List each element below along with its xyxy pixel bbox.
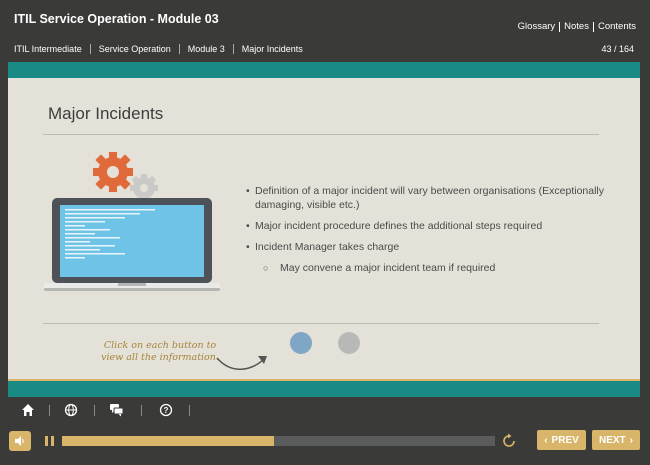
bullet-item: Incident Manager takes charge: [246, 240, 616, 254]
glossary-link[interactable]: Glossary: [518, 21, 555, 32]
help-icon: ?: [159, 403, 173, 417]
laptop-icon: [44, 198, 220, 291]
info-button-2[interactable]: [338, 332, 360, 354]
chevron-right-icon: ›: [629, 434, 633, 446]
bullet-item: Major incident procedure defines the add…: [246, 219, 616, 233]
breadcrumb: ITIL Intermediate Service Operation Modu…: [14, 44, 303, 54]
next-label: NEXT: [598, 434, 626, 446]
info-button-1[interactable]: [290, 332, 312, 354]
pause-icon: [44, 436, 48, 446]
toolbar-separator: [49, 405, 50, 416]
page-counter: 43 / 164: [601, 44, 634, 54]
hint-line: Click on each button to: [103, 340, 217, 351]
orange-gear-icon: [93, 152, 133, 192]
app-title: ITIL Service Operation - Module 03: [14, 12, 219, 26]
contents-link[interactable]: Contents: [598, 21, 636, 32]
player-controls: ‹ PREV NEXT ›: [0, 427, 650, 459]
svg-text:?: ?: [164, 406, 169, 415]
hint-line: view all the information.: [101, 352, 219, 363]
link-separator: [559, 21, 561, 32]
prev-label: PREV: [551, 434, 579, 446]
utility-toolbar: ?: [0, 397, 650, 425]
help-button[interactable]: ?: [158, 402, 174, 418]
chat-button[interactable]: [108, 402, 124, 418]
breadcrumb-separator: [178, 44, 180, 54]
chevron-left-icon: ‹: [544, 434, 548, 446]
notes-link[interactable]: Notes: [564, 21, 589, 32]
sub-bullet-item: May convene a major incident team if req…: [246, 261, 616, 275]
instruction-hint: Click on each button to view all the inf…: [100, 340, 220, 364]
globe-icon: [64, 403, 78, 417]
breadcrumb-separator: [89, 44, 91, 54]
grey-gear-icon: [130, 174, 158, 199]
breadcrumb-item: Module 3: [187, 44, 225, 54]
slide-content: Major Incidents • Definition of a major …: [8, 78, 640, 379]
laptop-gears-illustration: [44, 152, 220, 291]
header: ITIL Service Operation - Module 03 Gloss…: [0, 0, 650, 62]
home-button[interactable]: [20, 402, 36, 418]
title-divider: [43, 134, 599, 135]
breadcrumb-item: ITIL Intermediate: [14, 44, 82, 54]
pause-button[interactable]: [42, 433, 56, 449]
slide-title: Major Incidents: [48, 104, 164, 123]
toolbar-separator: [94, 405, 95, 416]
breadcrumb-item: Service Operation: [98, 44, 171, 54]
bullet-list: Definition of a major incident will vary…: [246, 184, 616, 275]
home-icon: [22, 404, 34, 416]
toolbar-separator: [141, 405, 142, 416]
breadcrumb-separator: [232, 44, 234, 54]
progress-bar[interactable]: [62, 436, 495, 446]
bullet-item: Definition of a major incident will vary…: [246, 184, 616, 212]
link-separator: [592, 21, 594, 32]
volume-button[interactable]: [9, 431, 31, 451]
slide-bottom-band: [8, 379, 640, 397]
content-divider: [43, 323, 599, 324]
chat-icon: [109, 404, 123, 417]
progress-fill: [62, 436, 275, 446]
pause-icon: [50, 436, 54, 446]
replay-icon[interactable]: [501, 433, 517, 449]
slide-top-band: [8, 62, 640, 78]
prev-button[interactable]: ‹ PREV: [537, 430, 586, 450]
breadcrumb-item: Major Incidents: [241, 44, 303, 54]
globe-button[interactable]: [63, 402, 79, 418]
next-button[interactable]: NEXT ›: [592, 430, 640, 450]
toolbar-separator: [189, 405, 190, 416]
curved-arrow-icon: [216, 356, 267, 370]
top-links: Glossary Notes Contents: [518, 21, 636, 32]
volume-icon: [15, 436, 24, 446]
